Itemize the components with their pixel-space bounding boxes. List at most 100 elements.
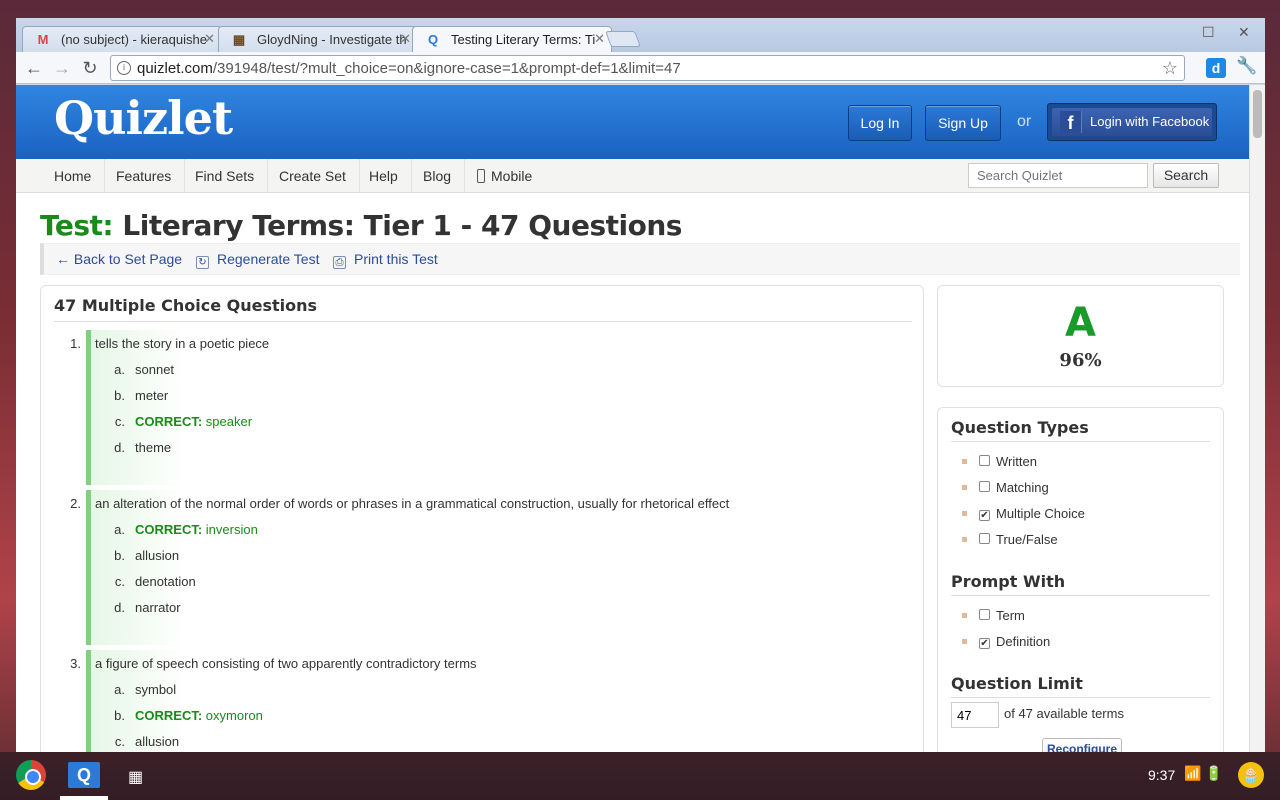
option-true-false[interactable]: True/False [962,532,1058,547]
option-written[interactable]: Written [962,454,1037,469]
scrollbar-thumb[interactable] [1253,90,1262,138]
answer-option: d. theme [114,440,172,455]
correct-indicator-bar [86,330,186,485]
bullet-icon [962,511,967,516]
question-number: 2. [70,496,81,511]
forward-arrow-icon[interactable]: → [50,56,74,80]
written-checkbox[interactable] [979,455,990,466]
option-definition[interactable]: ✔ Definition [962,634,1050,649]
regenerate-test-link[interactable]: ↻ Regenerate Test [196,251,319,269]
back-to-set-link[interactable]: ← Back to Set Page [56,251,182,267]
close-window-icon[interactable]: ✕ [1238,24,1250,41]
refresh-icon: ↻ [196,256,209,269]
bookmark-star-icon[interactable]: ☆ [1162,58,1178,79]
facebook-login-button[interactable]: f Login with Facebook [1047,103,1217,141]
search-button[interactable]: Search [1153,163,1219,188]
answer-option-correct: a. CORRECT: inversion [114,522,258,537]
web-page: Quizlet Log In Sign Up or f Login with Fa… [16,85,1249,752]
status-tray-icons[interactable]: 📶 🔋 [1184,765,1223,782]
option-multiple-choice[interactable]: ✔ Multiple Choice [962,506,1085,521]
gmail-icon: M [37,32,49,47]
answer-option: c. allusion [114,734,180,749]
tab-title: Testing Literary Terms: Ti [451,32,596,47]
term-checkbox[interactable] [979,609,990,620]
test-actions-bar: ← Back to Set Page ↻ Regenerate Test ⎙ Pri… [40,243,1240,275]
chrome-launcher-icon[interactable] [16,760,46,790]
nav-blog[interactable]: Blog [410,159,466,193]
nav-mobile-label: Mobile [491,168,533,184]
or-label: or [1017,113,1032,130]
reconfigure-button[interactable]: Reconfigure [1042,738,1122,752]
nav-find-sets[interactable]: Find Sets [182,159,269,193]
answer-option: a. sonnet [114,362,175,377]
answer-option: a. symbol [114,682,177,697]
new-tab-button[interactable] [605,31,641,47]
nav-features[interactable]: Features [103,159,186,193]
login-button[interactable]: Log In [848,105,912,141]
option-matching[interactable]: Matching [962,480,1049,495]
tab-quizlet[interactable]: Q Testing Literary Terms: Ti ✕ [412,26,612,52]
bullet-icon [962,537,967,542]
tab-strip: M (no subject) - kieraquishe ✕ ▦ GloydNi… [16,18,1265,52]
question-types-heading: Question Types [951,418,1210,442]
mobile-phone-icon [477,169,485,183]
multiple-choice-checkbox[interactable]: ✔ [979,510,990,521]
vertical-scrollbar[interactable] [1249,85,1265,752]
url-host: quizlet.com [137,60,213,77]
app-launcher-grid-icon[interactable]: ▦ [128,767,143,787]
system-clock[interactable]: 9:37 [1148,767,1175,783]
question-text: a figure of speech consisting of two app… [95,656,477,671]
facebook-login-label: Login with Facebook [1090,114,1210,129]
quizlet-logo[interactable]: Quizlet [54,91,233,145]
true-false-checkbox[interactable] [979,533,990,544]
answer-option: c. denotation [114,574,196,589]
signup-button[interactable]: Sign Up [925,105,1001,141]
back-arrow-icon[interactable]: ← [22,56,46,80]
nav-help[interactable]: Help [356,159,412,193]
close-tab-icon[interactable]: ✕ [400,31,411,47]
answer-option: d. narrator [114,600,181,615]
definition-checkbox[interactable]: ✔ [979,638,990,649]
questions-panel: 47 Multiple Choice Questions 1. tells th… [40,285,924,752]
maximize-icon[interactable]: ☐ [1202,24,1215,41]
address-bar[interactable]: i quizlet.com/391948/test/?mult_choice=o… [110,55,1185,81]
url-path: /391948/test/?mult_choice=on&ignore-case… [212,60,681,77]
nav-mobile[interactable]: Mobile [464,159,545,193]
quizlet-app-icon[interactable]: Q [68,762,100,788]
prompt-with-heading: Prompt With [951,572,1210,596]
matching-checkbox[interactable] [979,481,990,492]
bullet-icon [962,485,967,490]
question-limit-input[interactable] [951,702,999,728]
tab-gloydning[interactable]: ▦ GloydNing - Investigate th ✕ [218,26,418,52]
question-limit-heading: Question Limit [951,674,1210,698]
question-text: tells the story in a poetic piece [95,336,270,351]
site-header: Quizlet Log In Sign Up or f Login with Fa… [16,85,1249,159]
wrench-menu-icon[interactable]: 🔧 [1236,56,1257,76]
nav-home[interactable]: Home [41,159,106,193]
nav-create-set[interactable]: Create Set [266,159,360,193]
print-test-link[interactable]: ⎙ Print this Test [333,251,438,269]
test-options-panel: Question Types Written Matching ✔ Multipl… [937,407,1224,752]
page-info-icon[interactable]: i [117,61,131,75]
grade-panel: A 96% [937,285,1224,387]
user-avatar[interactable]: 🧁 [1238,762,1264,788]
question-number: 1. [70,336,81,351]
title-text: Literary Terms: Tier 1 - 47 Questions [122,209,682,242]
answer-option-correct: b. CORRECT: oxymoron [114,708,263,723]
active-app-indicator [60,796,108,800]
facebook-icon: f [1060,111,1082,133]
limit-description: of 47 available terms [1004,706,1124,721]
tab-gmail[interactable]: M (no subject) - kieraquishe ✕ [22,26,222,52]
page-title: Test: Literary Terms: Tier 1 - 47 Questi… [40,209,682,242]
bullet-icon [962,459,967,464]
answer-option-correct: c. CORRECT: speaker [114,414,253,429]
reload-icon[interactable]: ↻ [78,56,102,80]
quizlet-icon: Q [427,32,439,47]
extension-icon[interactable]: d [1206,58,1226,78]
bullet-icon [962,613,967,618]
regenerate-label: Regenerate Test [217,251,320,267]
option-term[interactable]: Term [962,608,1025,623]
search-input[interactable] [968,163,1148,188]
close-tab-icon[interactable]: ✕ [594,31,605,47]
close-tab-icon[interactable]: ✕ [204,31,215,47]
